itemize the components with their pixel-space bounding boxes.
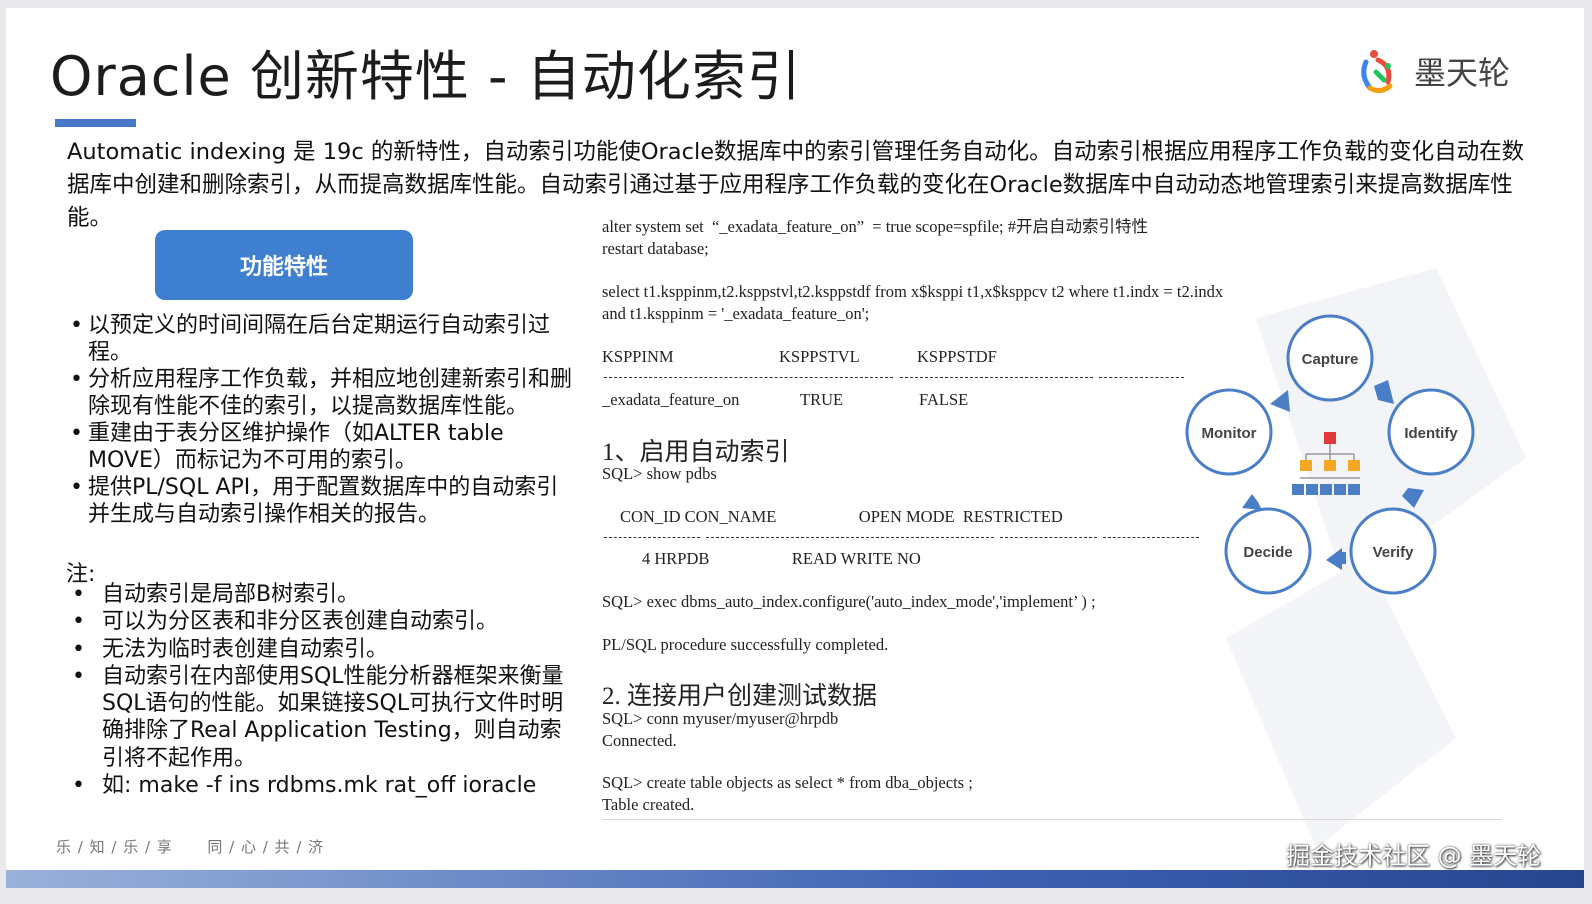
list-item: 无法为临时表创建自动索引。 xyxy=(66,636,578,664)
dash-separator xyxy=(1099,377,1184,378)
col-ksppinm: KSPPINM xyxy=(602,347,674,366)
logo-text: 墨天轮 xyxy=(1414,54,1511,92)
cycle-label-capture: Capture xyxy=(1302,351,1359,368)
list-item: 提供PL/SQL API，用于配置数据库中的自动索引并生成与自动索引操作相关的报… xyxy=(66,474,574,528)
cycle-node-capture: Capture xyxy=(1286,314,1374,402)
cycle-label-identify: Identify xyxy=(1404,425,1458,442)
footer-divider xyxy=(602,819,1502,820)
slide: Oracle 创新特性 - 自动化索引 墨天轮 Automatic indexi… xyxy=(6,8,1584,888)
val-true: TRUE xyxy=(800,390,844,409)
dash-separator xyxy=(604,377,893,378)
cycle-node-monitor: Monitor xyxy=(1185,388,1273,476)
code-plsql-result: PL/SQL procedure successfully completed. xyxy=(602,635,889,654)
col-ksppstdf: KSPPSTDF xyxy=(917,347,997,366)
cycle-node-verify: Verify xyxy=(1349,507,1437,595)
cycle-node-identify: Identify xyxy=(1387,388,1475,476)
feature-list: 以预定义的时间间隔在后台定期运行自动索引过程。 分析应用程序工作负载，并相应地创… xyxy=(66,312,574,528)
code-table-created: Table created. xyxy=(602,795,695,814)
val-false: FALSE xyxy=(919,390,969,409)
code-select-2: and t1.ksppinm = '_exadata_feature_on'; xyxy=(602,304,870,323)
code-select-1: select t1.ksppinm,t2.ksppstvl,t2.ksppstd… xyxy=(602,282,1224,301)
arrow-icon xyxy=(1326,548,1346,570)
list-item: 自动索引在内部使用SQL性能分析器框架来衡量SQL语句的性能。如果链接SQL可执… xyxy=(66,663,578,772)
title-underline xyxy=(55,119,136,127)
notes-list: 自动索引是局部B树索引。 可以为分区表和非分区表创建自动索引。 无法为临时表创建… xyxy=(66,581,578,800)
footer-watermark-text: 掘金技术社区 @ 墨天轮 xyxy=(1286,842,1542,870)
code-conn: SQL> conn myuser/myuser@hrpdb xyxy=(602,709,839,728)
arrow-icon xyxy=(1270,390,1290,412)
features-heading-box: 功能特性 xyxy=(155,230,413,300)
val-param: _exadata_feature_on xyxy=(602,390,740,409)
list-item: 重建由于表分区维护操作（如ALTER table MOVE）而标记为不可用的索引… xyxy=(66,420,574,474)
dash-separator xyxy=(604,537,700,538)
code-create-table: SQL> create table objects as select * fr… xyxy=(602,773,973,792)
cycle-label-monitor: Monitor xyxy=(1202,425,1257,442)
auto-index-cycle-diagram: Capture Identify Verify Decide Monitor xyxy=(1185,314,1475,595)
cycle-node-decide: Decide xyxy=(1224,507,1312,595)
col-ksppstvl: KSPPSTVL xyxy=(779,347,860,366)
code-connected: Connected. xyxy=(602,731,677,750)
dash-separator xyxy=(1000,537,1097,538)
code-show-pdbs: SQL> show pdbs xyxy=(602,464,717,483)
list-item: 以预定义的时间间隔在后台定期运行自动索引过程。 xyxy=(66,312,574,366)
code-exec-configure: SQL> exec dbms_auto_index.configure('aut… xyxy=(602,592,1096,611)
list-item: 如: make -f ins rdbms.mk rat_off ioracle xyxy=(66,772,578,800)
arrow-icon xyxy=(1374,380,1394,404)
code-restart: restart database; xyxy=(602,239,709,258)
cycle-label-verify: Verify xyxy=(1373,544,1415,561)
list-item: 可以为分区表和非分区表创建自动索引。 xyxy=(66,608,578,636)
pdb-table-header: CON_ID CON_NAME OPEN MODE RESTRICTED xyxy=(620,507,1063,526)
list-item: 自动索引是局部B树索引。 xyxy=(66,581,578,609)
code-alter-system: alter system set “_exadata_feature_on” =… xyxy=(602,217,1148,236)
arrow-icon xyxy=(1402,488,1424,508)
page-title: Oracle 创新特性 - 自动化索引 xyxy=(50,45,802,108)
bottom-accent-bar xyxy=(6,870,1584,888)
dash-separator xyxy=(900,377,1093,378)
pdb-table-row: 4 HRPDB READ WRITE NO xyxy=(642,549,921,568)
footer-slogan: 乐 / 知 / 乐 / 享 同 / 心 / 共 / 济 xyxy=(56,838,325,856)
dash-separator xyxy=(706,537,994,538)
step2-heading: 2. 连接用户创建测试数据 xyxy=(602,683,878,710)
index-tree-icon xyxy=(1292,432,1360,495)
arrow-icon xyxy=(1242,494,1262,510)
list-item: 分析应用程序工作负载，并相应地创建新索引和删除现有性能不佳的索引，以提高数据库性… xyxy=(66,366,574,420)
cycle-label-decide: Decide xyxy=(1243,544,1292,561)
